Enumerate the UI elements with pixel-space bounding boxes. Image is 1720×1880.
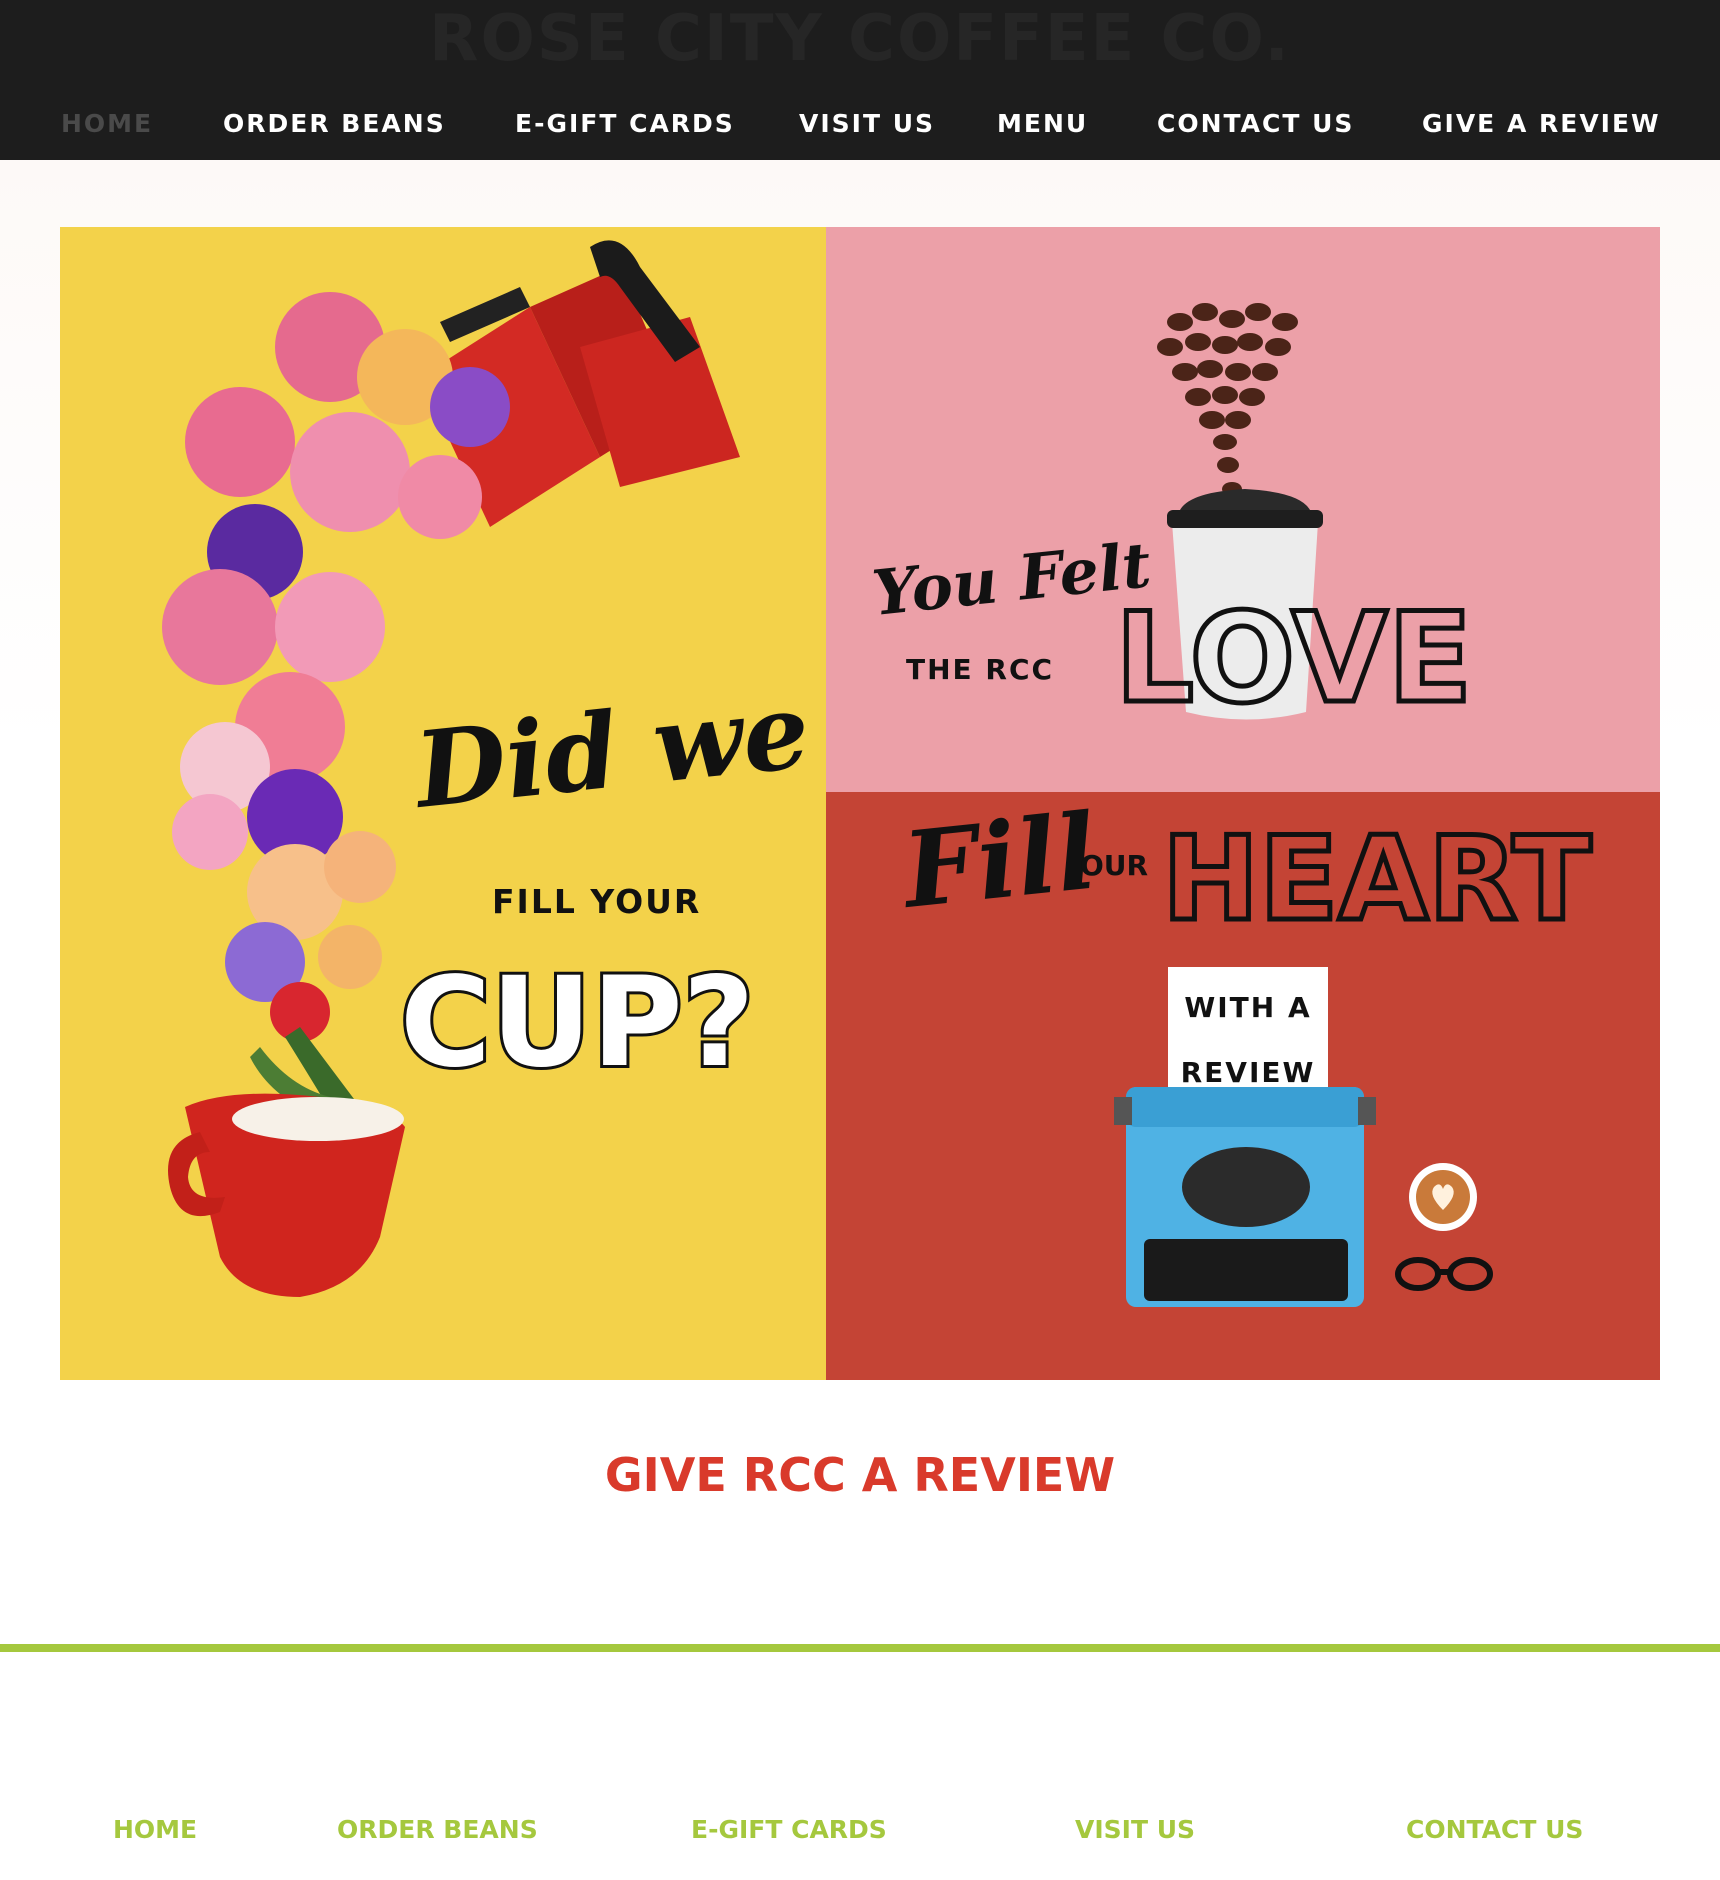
main-nav: HOME ORDER BEANS E-GIFT CARDS VISIT US M…: [0, 104, 1720, 144]
nav-e-gift-cards[interactable]: E-GIFT CARDS: [515, 104, 735, 144]
the-rcc-text: THE RCC: [906, 653, 1054, 686]
footer-nav-order-beans[interactable]: ORDER BEANS: [337, 1810, 538, 1850]
our-text: OUR: [1080, 849, 1148, 882]
heart-text: HEART: [1162, 812, 1591, 947]
footer-nav-e-gift-cards[interactable]: E-GIFT CARDS: [691, 1810, 887, 1850]
latte-icon: [1409, 1163, 1477, 1231]
site-title[interactable]: ROSE CITY COFFEE CO.: [0, 2, 1720, 76]
nav-visit-us[interactable]: VISIT US: [799, 104, 935, 144]
hero-image[interactable]: Did we FILL YOUR CUP? You Felt THE RCC L…: [60, 227, 1660, 1380]
give-review-heading: GIVE RCC A REVIEW: [604, 1448, 1116, 1502]
footer-nav-home[interactable]: HOME: [113, 1810, 197, 1850]
cup-text: CUP?: [400, 951, 755, 1095]
nav-menu[interactable]: MENU: [997, 104, 1088, 144]
nav-give-a-review[interactable]: GIVE A REVIEW: [1422, 104, 1661, 144]
footer-nav-visit-us[interactable]: VISIT US: [1075, 1810, 1195, 1850]
love-text: LOVE: [1115, 587, 1472, 731]
nav-order-beans[interactable]: ORDER BEANS: [223, 104, 446, 144]
footer-divider: [0, 1644, 1720, 1652]
nav-contact-us[interactable]: CONTACT US: [1157, 104, 1354, 144]
footer-nav-contact-us[interactable]: CONTACT US: [1406, 1810, 1583, 1850]
fill-script-text: Fill: [895, 789, 1102, 932]
paper-review-text: REVIEW: [1181, 1056, 1316, 1089]
nav-home[interactable]: HOME: [61, 104, 153, 144]
site-header: ROSE CITY COFFEE CO. HOME ORDER BEANS E-…: [0, 0, 1720, 160]
footer-nav: HOME ORDER BEANS E-GIFT CARDS VISIT US C…: [0, 1810, 1720, 1850]
paper-with-a-text: WITH A: [1184, 991, 1311, 1024]
fill-your-text: FILL YOUR: [492, 882, 701, 921]
